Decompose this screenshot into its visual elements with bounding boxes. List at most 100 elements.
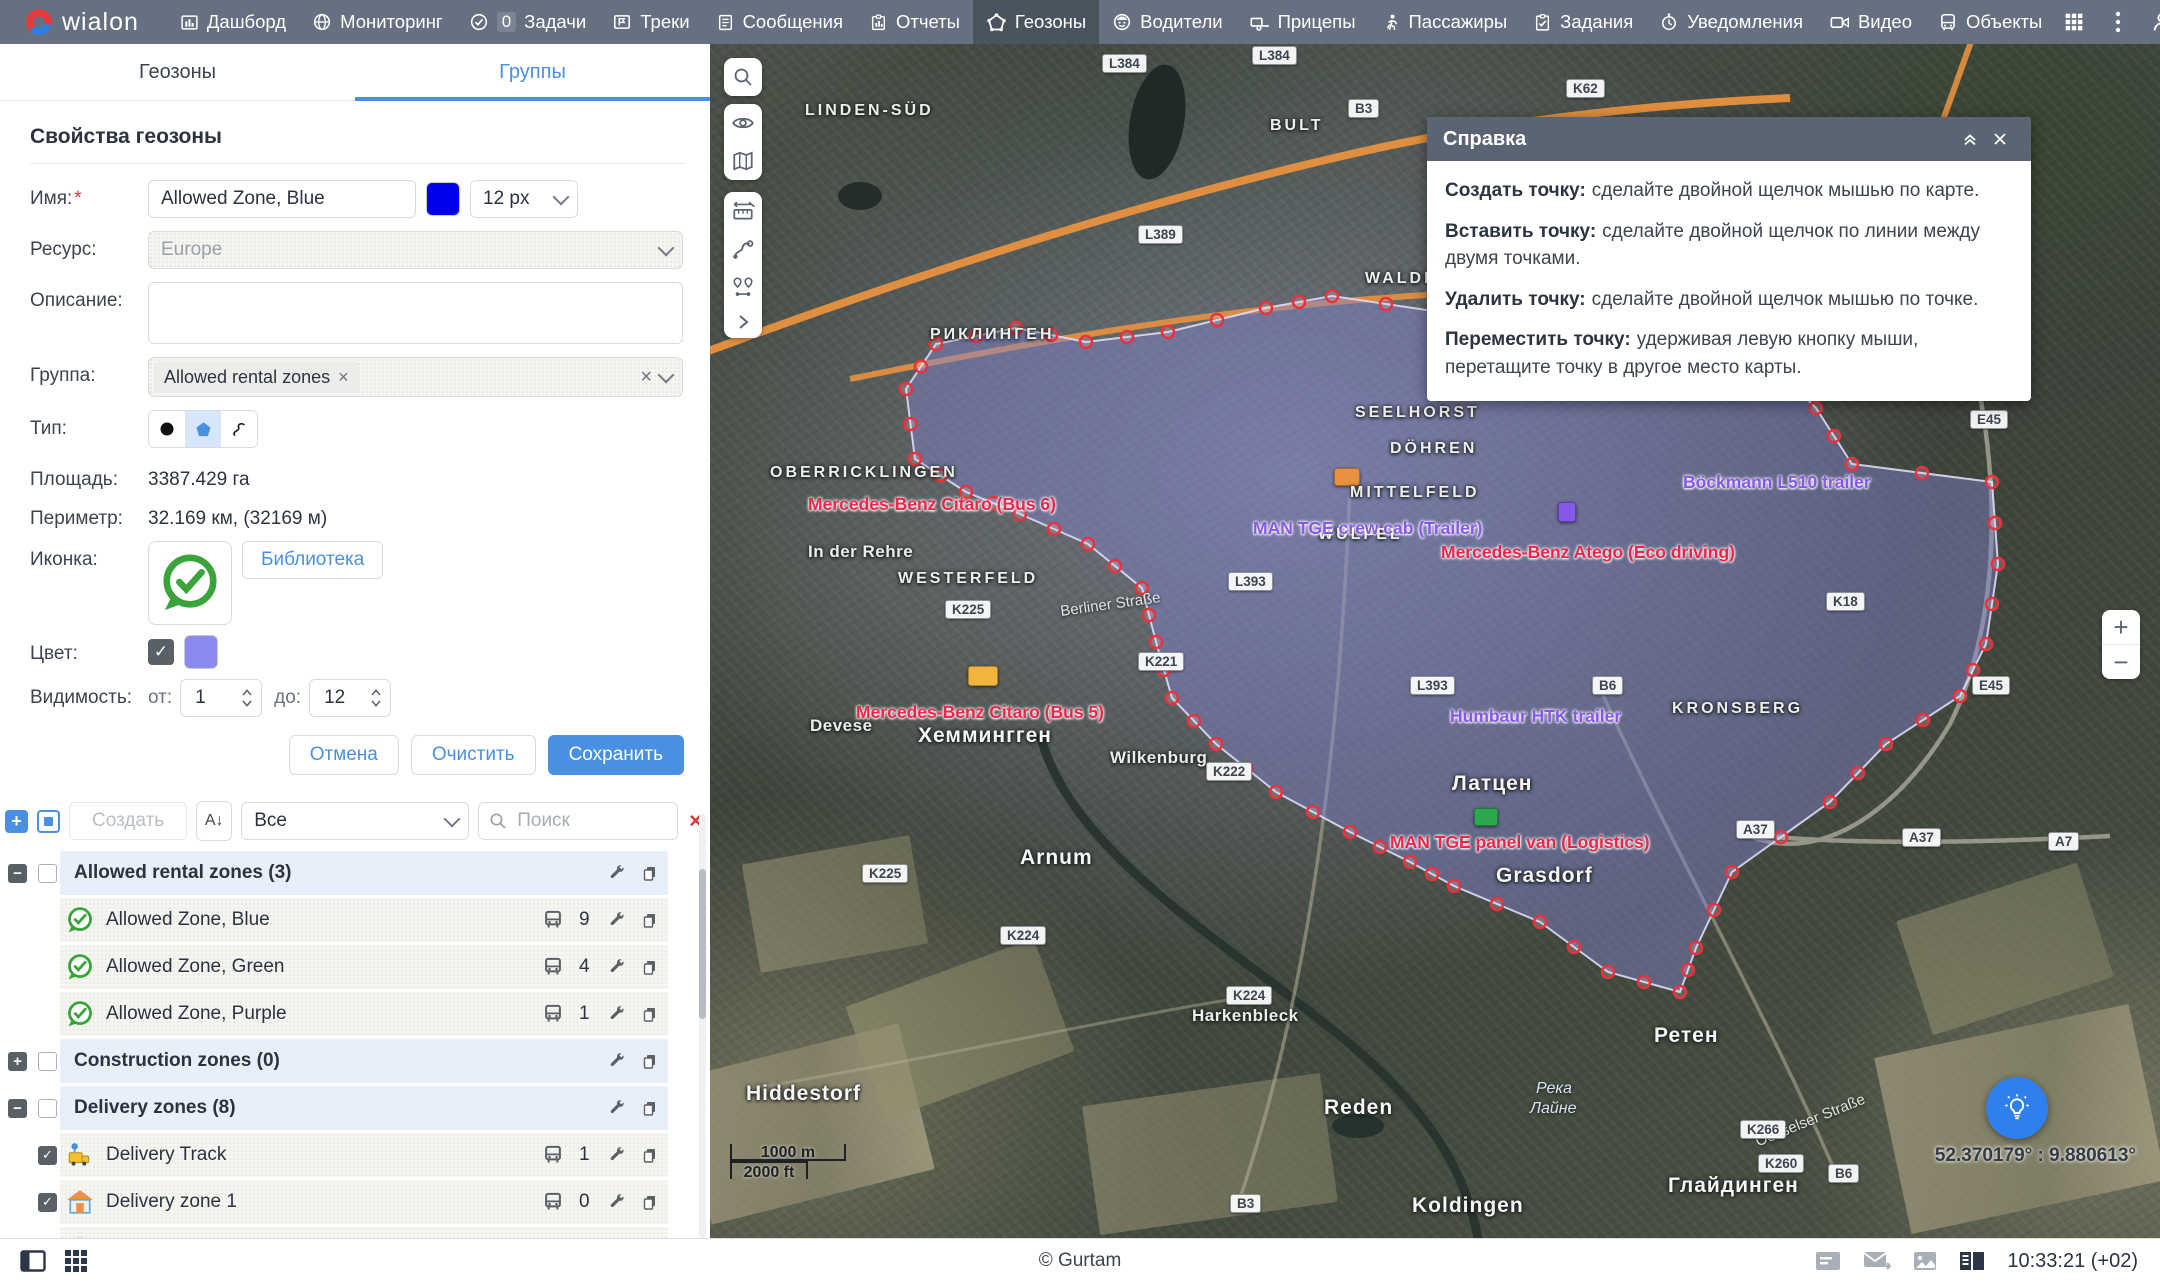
map-canvas[interactable]: LINDEN-SÜDBULTWALDHEIMРИКЛИНГЕНSEELHORST… (710, 44, 2160, 1239)
geofence-vertex-handle[interactable] (909, 453, 921, 465)
geofence-vertex-handle[interactable] (1917, 714, 1929, 726)
group-checkbox[interactable] (38, 864, 57, 883)
edit-group-icon[interactable] (609, 1053, 626, 1070)
geofence-vertex-handle[interactable] (1260, 302, 1272, 314)
copy-zone-icon[interactable] (642, 959, 658, 976)
visibility-master-toggle[interactable] (37, 810, 60, 833)
nav-item-tracks[interactable]: Треки (599, 0, 702, 44)
zoom-out-button[interactable]: − (2102, 645, 2140, 679)
copy-group-icon[interactable] (642, 1100, 658, 1117)
geofence-vertex-handle[interactable] (1846, 458, 1858, 470)
copy-group-icon[interactable] (642, 865, 658, 882)
geofence-vertex-handle[interactable] (1014, 508, 1026, 520)
nav-item-video[interactable]: Видео (1816, 0, 1925, 44)
edit-zone-icon[interactable] (609, 1147, 626, 1164)
geofence-vertex-handle[interactable] (1293, 296, 1305, 308)
geofence-vertex-handle[interactable] (1326, 290, 1338, 302)
zone-row[interactable]: ✓ Delivery Track 1 (0, 1133, 710, 1177)
edit-group-icon[interactable] (609, 865, 626, 882)
collapse-popup-icon[interactable] (1955, 124, 1985, 154)
media-button[interactable] (1913, 1251, 1937, 1271)
nav-item-drivers[interactable]: Водители (1099, 0, 1235, 44)
edit-zone-icon[interactable] (609, 912, 626, 929)
group-checkbox[interactable] (38, 1052, 57, 1071)
geofence-vertex-handle[interactable] (1989, 517, 2001, 529)
geofence-vertex-handle[interactable] (1162, 326, 1174, 338)
geofence-vertex-handle[interactable] (1210, 738, 1222, 750)
more-menu-button[interactable] (2099, 0, 2137, 44)
expand-tools-button[interactable] (724, 306, 762, 338)
van-unit-marker[interactable] (1334, 468, 1360, 486)
list-scrollbar[interactable] (699, 814, 706, 1239)
geofence-vertex-handle[interactable] (1404, 856, 1416, 868)
visibility-from-stepper[interactable]: 1 (180, 679, 262, 717)
bus-unit-marker[interactable] (968, 666, 998, 686)
cancel-button[interactable]: Отмена (289, 735, 399, 775)
geofence-vertex-handle[interactable] (930, 338, 942, 350)
nav-item-geofences[interactable]: Геозоны (973, 0, 1099, 44)
geofence-vertex-handle[interactable] (1852, 767, 1864, 779)
zone-visibility-checkbox[interactable]: ✓ (38, 1146, 57, 1165)
apps-grid-button[interactable] (2055, 0, 2093, 44)
geofence-vertex-handle[interactable] (1270, 786, 1282, 798)
geofence-vertex-handle[interactable] (915, 361, 927, 373)
type-circle-button[interactable] (149, 411, 185, 447)
geofence-vertex-handle[interactable] (1166, 692, 1178, 704)
geofence-vertex-handle[interactable] (900, 383, 912, 395)
bottom-grid-button[interactable] (64, 1249, 88, 1273)
nav-item-units[interactable]: Объекты (1925, 0, 2055, 44)
geofence-vertex-handle[interactable] (1082, 538, 1094, 550)
clear-button[interactable]: Очистить (411, 735, 536, 775)
geofence-vertex-handle[interactable] (1986, 598, 1998, 610)
edit-zone-icon[interactable] (609, 959, 626, 976)
geofence-vertex-handle[interactable] (1638, 976, 1650, 988)
geofence-vertex-handle[interactable] (1426, 868, 1438, 880)
chip-remove-icon[interactable]: × (338, 367, 349, 388)
user-menu-button[interactable] (2143, 0, 2160, 44)
geofence-vertex-handle[interactable] (1374, 841, 1386, 853)
map-layers-button[interactable] (724, 142, 762, 180)
geofence-vertex-handle[interactable] (1045, 329, 1057, 341)
geofence-vertex-handle[interactable] (1048, 523, 1060, 535)
line-width-select[interactable]: 12 px (470, 180, 578, 218)
expand-group-toggle[interactable]: + (8, 1052, 27, 1071)
geofence-vertex-handle[interactable] (1726, 866, 1738, 878)
nav-item-trailers[interactable]: Прицепы (1236, 0, 1369, 44)
geofence-vertex-handle[interactable] (987, 497, 999, 509)
close-popup-icon[interactable] (1985, 124, 2015, 154)
geofence-vertex-handle[interactable] (1080, 336, 1092, 348)
tab-geofences[interactable]: Геозоны (0, 44, 355, 100)
zone-row[interactable]: Allowed Zone, Green 4 (0, 945, 710, 989)
geofence-vertex-handle[interactable] (1344, 826, 1356, 838)
color-checkbox[interactable]: ✓ (148, 639, 174, 665)
create-zone-button[interactable]: Создать (69, 802, 187, 840)
nav-item-dashboard[interactable]: Дашборд (167, 0, 299, 44)
copy-zone-icon[interactable] (642, 1194, 658, 1211)
geofence-vertex-handle[interactable] (1775, 831, 1787, 843)
geofence-vertex-handle[interactable] (1916, 467, 1928, 479)
geofence-vertex-handle[interactable] (905, 418, 917, 430)
type-line-button[interactable] (221, 411, 257, 447)
geofence-vertex-handle[interactable] (1211, 314, 1223, 326)
layout-button[interactable] (1959, 1251, 1985, 1271)
zoom-in-button[interactable]: + (2102, 610, 2140, 645)
geofence-vertex-handle[interactable] (1880, 738, 1892, 750)
group-checkbox[interactable] (38, 1099, 57, 1118)
zone-row[interactable]: Allowed Zone, Purple 1 (0, 992, 710, 1036)
group-clear-icon[interactable]: × (632, 366, 660, 389)
geofence-vertex-handle[interactable] (1010, 322, 1022, 334)
edit-zone-icon[interactable] (609, 1194, 626, 1211)
zone-group-header[interactable]: + Construction zones (0) (0, 1039, 710, 1083)
description-textarea[interactable] (148, 282, 683, 344)
geofence-vertex-handle[interactable] (935, 470, 947, 482)
notices-button[interactable] (1815, 1251, 1841, 1271)
copy-zone-icon[interactable] (642, 1147, 658, 1164)
geofence-vertex-handle[interactable] (1967, 664, 1979, 676)
geofence-vertex-handle[interactable] (1188, 715, 1200, 727)
list-filter-select[interactable]: Все (241, 802, 469, 840)
geofence-vertex-handle[interactable] (1534, 916, 1546, 928)
copy-zone-icon[interactable] (642, 912, 658, 929)
edit-group-icon[interactable] (609, 1100, 626, 1117)
tab-groups[interactable]: Группы (355, 44, 710, 100)
edit-zone-icon[interactable] (609, 1006, 626, 1023)
